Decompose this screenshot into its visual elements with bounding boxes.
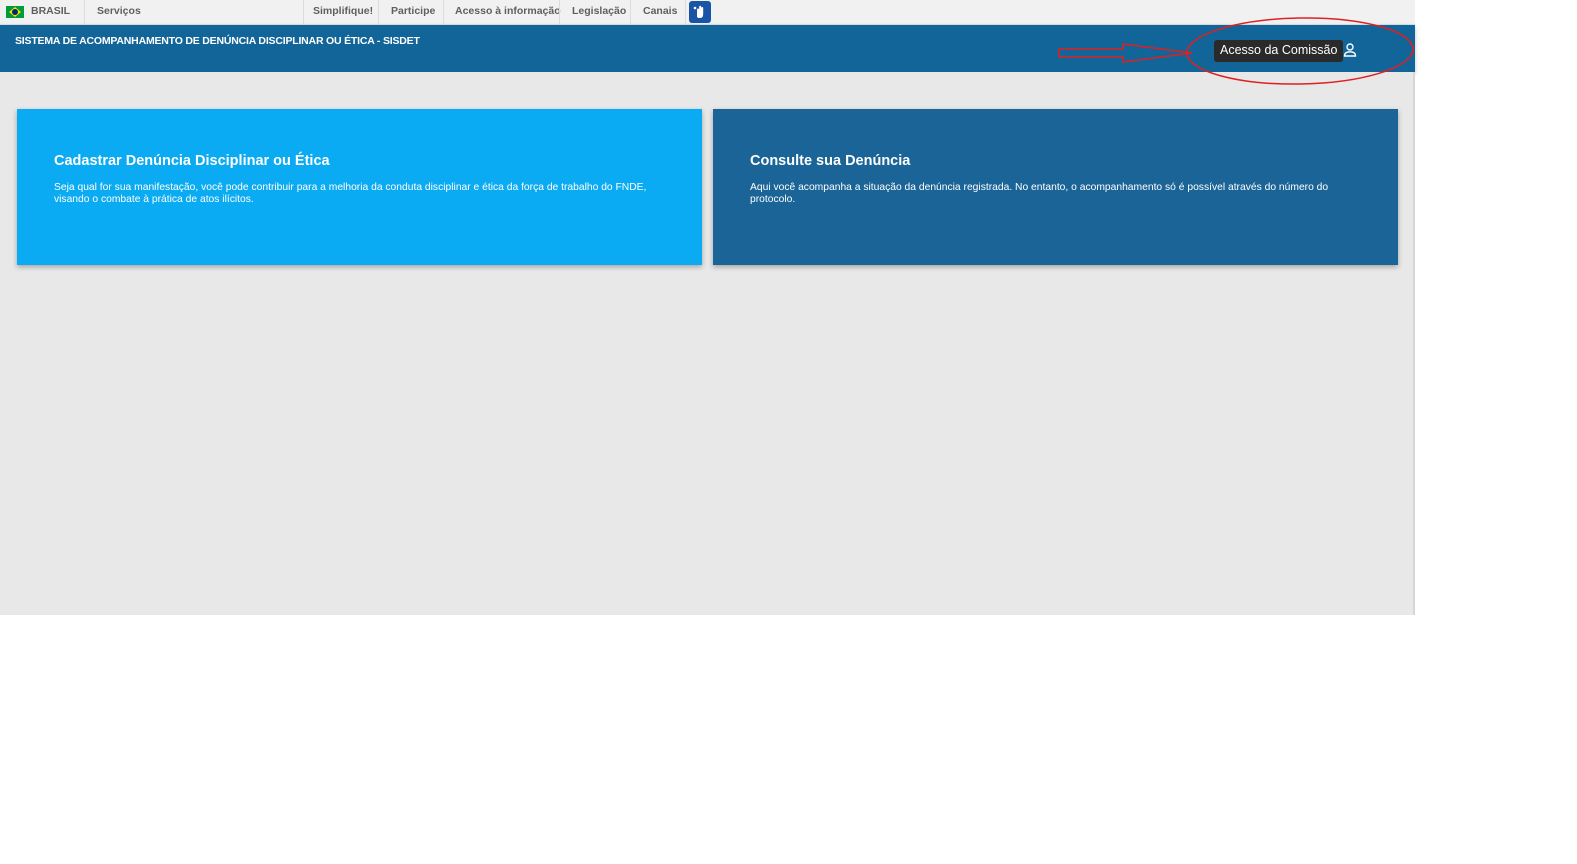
govbar-divider [378,0,379,24]
main-content: Cadastrar Denúncia Disciplinar ou Ética … [0,72,1415,615]
govbar-divider [84,0,85,24]
govbar-participe-link[interactable]: Participe [391,0,435,24]
check-complaint-card[interactable]: Consulte sua Denúncia Aqui você acompanh… [713,109,1398,265]
gov-bar: BRASIL Serviços Simplifique! Participe A… [0,0,1415,25]
user-icon[interactable] [1342,42,1358,58]
govbar-acesso-informacao-link[interactable]: Acesso à informação [455,0,561,24]
register-complaint-card[interactable]: Cadastrar Denúncia Disciplinar ou Ética … [17,109,702,265]
vlibras-accessibility-icon[interactable] [689,1,711,23]
govbar-divider [685,0,686,24]
govbar-legislacao-link[interactable]: Legislação [572,0,626,24]
commission-access-tooltip: Acesso da Comissão [1214,40,1344,62]
card-title: Cadastrar Denúncia Disciplinar ou Ética [54,153,330,169]
govbar-divider [630,0,631,24]
govbar-simplifique-link[interactable]: Simplifique! [313,0,373,24]
brazil-flag-icon [6,6,24,18]
govbar-divider [559,0,560,24]
page-title: SISTEMA DE ACOMPANHAMENTO DE DENÚNCIA DI… [15,35,420,47]
card-description: Seja qual for sua manifestação, você pod… [54,182,647,205]
govbar-divider [303,0,304,24]
card-description: Aqui você acompanha a situação da denúnc… [750,182,1329,205]
app-header: SISTEMA DE ACOMPANHAMENTO DE DENÚNCIA DI… [0,25,1415,72]
govbar-canais-link[interactable]: Canais [643,0,677,24]
card-title: Consulte sua Denúncia [750,153,911,169]
govbar-brasil-link[interactable]: BRASIL [31,0,70,24]
govbar-servicos-link[interactable]: Serviços [97,0,141,24]
govbar-divider [443,0,444,24]
